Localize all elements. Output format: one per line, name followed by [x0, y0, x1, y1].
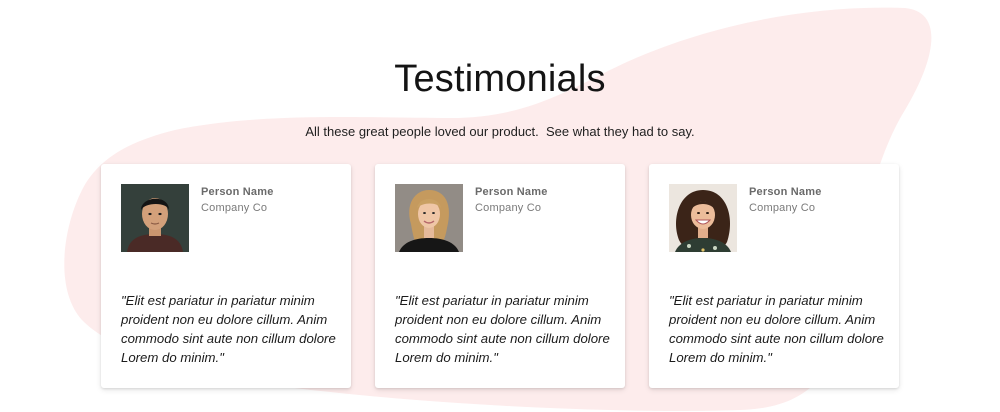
avatar-photo — [395, 184, 463, 252]
avatar-photo — [669, 184, 737, 252]
testimonial-card: Person Name Company Co "Elit est pariatu… — [101, 164, 351, 388]
testimonials-section: Testimonials All these great people love… — [0, 0, 1000, 412]
company-name: Company Co — [201, 202, 268, 214]
person-name: Person Name — [749, 186, 822, 198]
testimonial-card: Person Name Company Co "Elit est pariatu… — [649, 164, 899, 388]
avatar-photo — [121, 184, 189, 252]
person-name: Person Name — [475, 186, 548, 198]
company-name: Company Co — [475, 202, 542, 214]
testimonial-quote: "Elit est pariatur in pariatur minim pro… — [395, 293, 610, 365]
testimonial-quote: "Elit est pariatur in pariatur minim pro… — [669, 293, 884, 365]
section-title: Testimonials — [394, 58, 606, 100]
testimonial-card: Person Name Company Co "Elit est pariatu… — [375, 164, 625, 388]
section-subtitle: All these great people loved our product… — [305, 124, 695, 139]
testimonial-quote: "Elit est pariatur in pariatur minim pro… — [121, 293, 336, 365]
company-name: Company Co — [749, 202, 816, 214]
person-name: Person Name — [201, 186, 274, 198]
